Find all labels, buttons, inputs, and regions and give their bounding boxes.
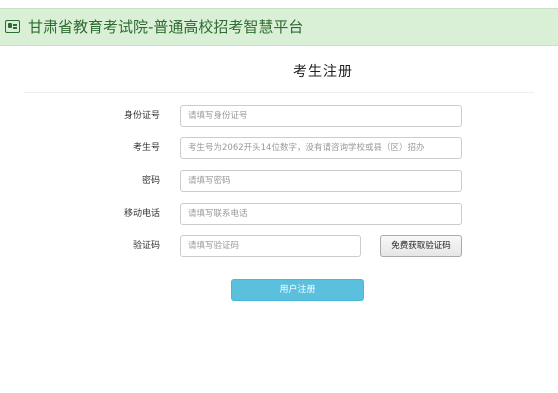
password-input[interactable] — [180, 170, 462, 192]
id-number-input[interactable] — [180, 105, 462, 127]
exam-number-input[interactable] — [180, 137, 462, 159]
register-button[interactable]: 用户注册 — [231, 279, 364, 301]
password-label: 密码 — [141, 176, 160, 186]
verification-code-input[interactable] — [180, 235, 361, 257]
site-header: 甘肃省教育考试院-普通高校招考智慧平台 — [0, 8, 558, 46]
get-verification-code-button[interactable]: 免费获取验证码 — [380, 235, 462, 257]
mobile-phone-label: 移动电话 — [123, 209, 160, 219]
site-title: 甘肃省教育考试院-普通高校招考智慧平台 — [28, 18, 304, 36]
verification-code-label: 验证码 — [132, 241, 160, 251]
id-number-label: 身份证号 — [123, 111, 160, 121]
title-divider — [24, 92, 534, 93]
exam-number-label: 考生号 — [132, 143, 160, 153]
mobile-phone-input[interactable] — [180, 203, 462, 225]
id-card-icon — [5, 20, 20, 33]
registration-page: 甘肃省教育考试院-普通高校招考智慧平台 考生注册 身份证号 考生号 密码 移动电… — [0, 0, 558, 393]
page-title: 考生注册 — [293, 64, 353, 80]
